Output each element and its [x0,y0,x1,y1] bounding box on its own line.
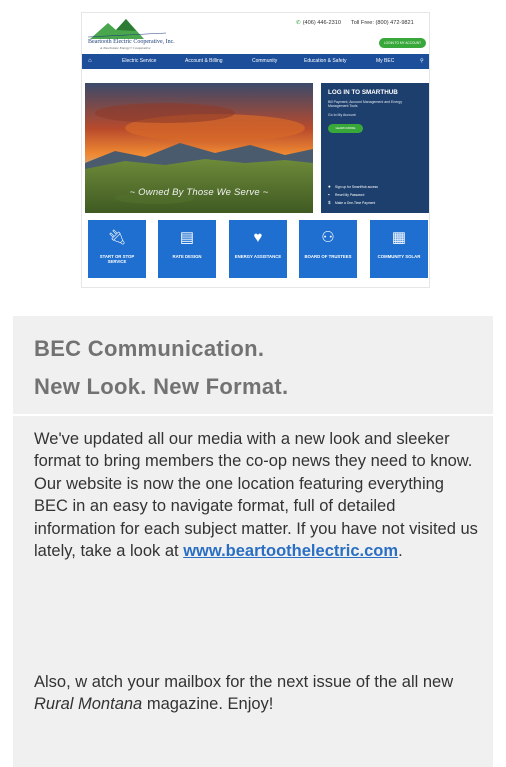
phone-icon: ✆ [296,20,301,26]
home-icon[interactable]: ⌂ [88,54,92,69]
contact-info: ✆ (406) 446-2310 Toll Free: (800) 472-9821 [296,20,414,26]
smarthub-panel: LOG IN TO SMARTHUB Bill Payment, Account… [321,83,429,213]
article-paragraph-2: Also, w atch your mailbox for the next i… [34,673,454,714]
nav-item-account-billing[interactable]: Account & Billing [185,54,223,69]
tile-label: COMMUNITY SOLAR [377,254,421,259]
logo-name: Beartooth Electric Cooperative, Inc. [88,39,175,45]
tile-start-stop-service[interactable]: 🔌︎ START OR STOP SERVICE [88,220,146,278]
reset-password-link[interactable]: ▪ Reset My Password [328,191,378,199]
user-icon: ● [328,184,331,189]
logo[interactable]: Beartooth Electric Cooperative, Inc. A T… [86,17,175,50]
nav-item-community[interactable]: Community [252,54,277,69]
nav-item-electric-service[interactable]: Electric Service [122,54,156,69]
solar-panel-icon: ▦ [391,229,407,246]
search-icon[interactable]: ⚲ [420,54,424,69]
toll-free-number[interactable]: Toll Free: (800) 472-9821 [351,20,414,26]
tile-board-of-trustees[interactable]: ⚇ BOARD OF TRUSTEES [299,220,357,278]
learn-more-button[interactable]: LEARN MORE [328,124,363,133]
hero-image: ~ Owned By Those We Serve ~ [85,83,313,213]
tile-community-solar[interactable]: ▦ COMMUNITY SOLAR [370,220,428,278]
magazine-title: Rural Montana [34,695,143,714]
hero-caption: ~ Owned By Those We Serve ~ [129,187,269,198]
login-button[interactable]: LOGIN TO MY ACCOUNT [379,38,426,48]
mountain-logo-icon [87,19,167,39]
document-icon: ▤ [179,229,195,246]
smarthub-links: ● Sign up for SmartHub access ▪ Reset My P… [328,183,378,207]
dollar-icon: $ [328,200,331,205]
go-to-account-link[interactable]: Go to My Account [328,113,356,117]
group-icon: ⚇ [321,229,335,246]
divider [13,414,493,416]
site-header: Beartooth Electric Cooperative, Inc. A T… [82,13,429,53]
nav-item-education-safety[interactable]: Education & Safety [304,54,347,69]
quick-links: 🔌︎ START OR STOP SERVICE ▤ RATE DESIGN ♥… [88,220,428,278]
main-nav: ⌂ Electric Service Account & Billing Com… [82,54,429,69]
tile-label: RATE DESIGN [172,254,202,259]
tile-label: ENERGY ASSISTANCE [234,254,282,259]
lock-icon: ▪ [328,192,330,197]
website-link[interactable]: www.beartoothelectric.com [183,542,398,560]
tile-rate-design[interactable]: ▤ RATE DESIGN [158,220,216,278]
smarthub-description: Bill Payment, Account Management and Ene… [328,100,403,109]
signup-link[interactable]: ● Sign up for SmartHub access [328,183,378,191]
phone-number[interactable]: (406) 446-2310 [303,20,341,26]
tile-label: START OR STOP SERVICE [99,254,135,265]
tile-label: BOARD OF TRUSTEES [304,254,352,259]
smarthub-title: LOG IN TO SMARTHUB [328,89,398,96]
logo-tagline: A Touchstone Energy® Cooperative [100,46,151,50]
heart-hand-icon: ♥ [253,229,263,246]
article-heading-line1: BEC Communication. [34,336,265,361]
nav-item-my-bec[interactable]: My BEC [376,54,394,69]
article-card: BEC Communication. New Look. New Format.… [13,316,493,767]
article-paragraph-1: We've updated all our media with a new l… [34,430,478,561]
tile-energy-assistance[interactable]: ♥ ENERGY ASSISTANCE [229,220,287,278]
website-screenshot[interactable]: Beartooth Electric Cooperative, Inc. A T… [81,12,430,288]
article-heading-line2: New Look. New Format. [34,374,289,399]
one-time-payment-link[interactable]: $ Make a One-Time Payment [328,199,378,207]
plug-icon: 🔌︎ [107,229,127,246]
